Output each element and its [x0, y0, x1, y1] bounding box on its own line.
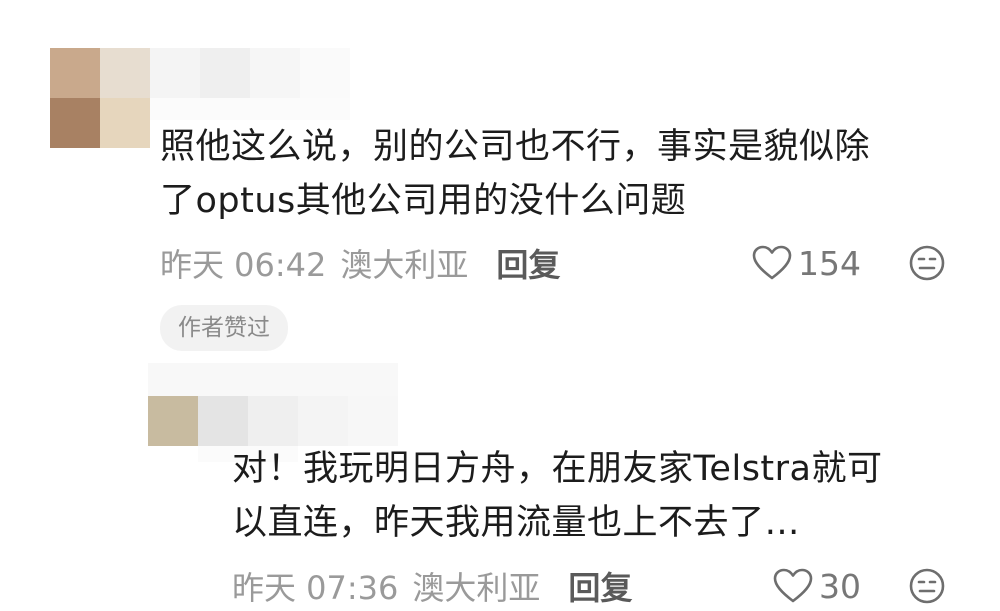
- comment-time: 昨天 06:42: [160, 246, 327, 284]
- heart-outline-icon: [773, 568, 813, 603]
- comment-text: 照他这么说，别的公司也不行，事实是貌似除 了optus其他公司用的没什么问题: [160, 120, 870, 228]
- comment-text: 对！我玩明日方舟，在朋友家Telstra就可 以直连，昨天我用流量也上不去了…: [232, 442, 883, 550]
- comment-text-line: 以直连，昨天我用流量也上不去了…: [232, 503, 801, 543]
- avatar[interactable]: [50, 48, 150, 148]
- comment-text-line: 了optus其他公司用的没什么问题: [160, 181, 687, 221]
- comment-meta: 昨天 07:36 澳大利亚 回复: [232, 563, 632, 609]
- comment-location: 澳大利亚: [412, 569, 541, 607]
- meh-face-icon: [909, 568, 945, 604]
- reply-button[interactable]: 回复: [568, 563, 632, 609]
- username-redacted[interactable]: [148, 363, 398, 446]
- like-button[interactable]: 154: [752, 240, 861, 286]
- comment-location: 澳大利亚: [340, 246, 469, 284]
- comment-text-line: 对！我玩明日方舟，在朋友家Telstra就可: [232, 449, 883, 489]
- meh-face-icon: [909, 245, 945, 281]
- comment-text-line: 照他这么说，别的公司也不行，事实是貌似除: [160, 127, 871, 167]
- username-redacted[interactable]: [150, 48, 350, 98]
- comment-time: 昨天 07:36: [232, 569, 399, 607]
- like-count: 30: [819, 566, 861, 606]
- dislike-button[interactable]: [908, 244, 946, 286]
- comment-meta: 昨天 06:42 澳大利亚 回复: [160, 240, 560, 286]
- author-liked-badge: 作者赞过: [160, 305, 288, 351]
- like-button[interactable]: 30: [773, 563, 861, 609]
- dislike-button[interactable]: [908, 567, 946, 609]
- reply-button[interactable]: 回复: [496, 240, 560, 286]
- heart-outline-icon: [752, 245, 792, 280]
- like-count: 154: [798, 243, 861, 283]
